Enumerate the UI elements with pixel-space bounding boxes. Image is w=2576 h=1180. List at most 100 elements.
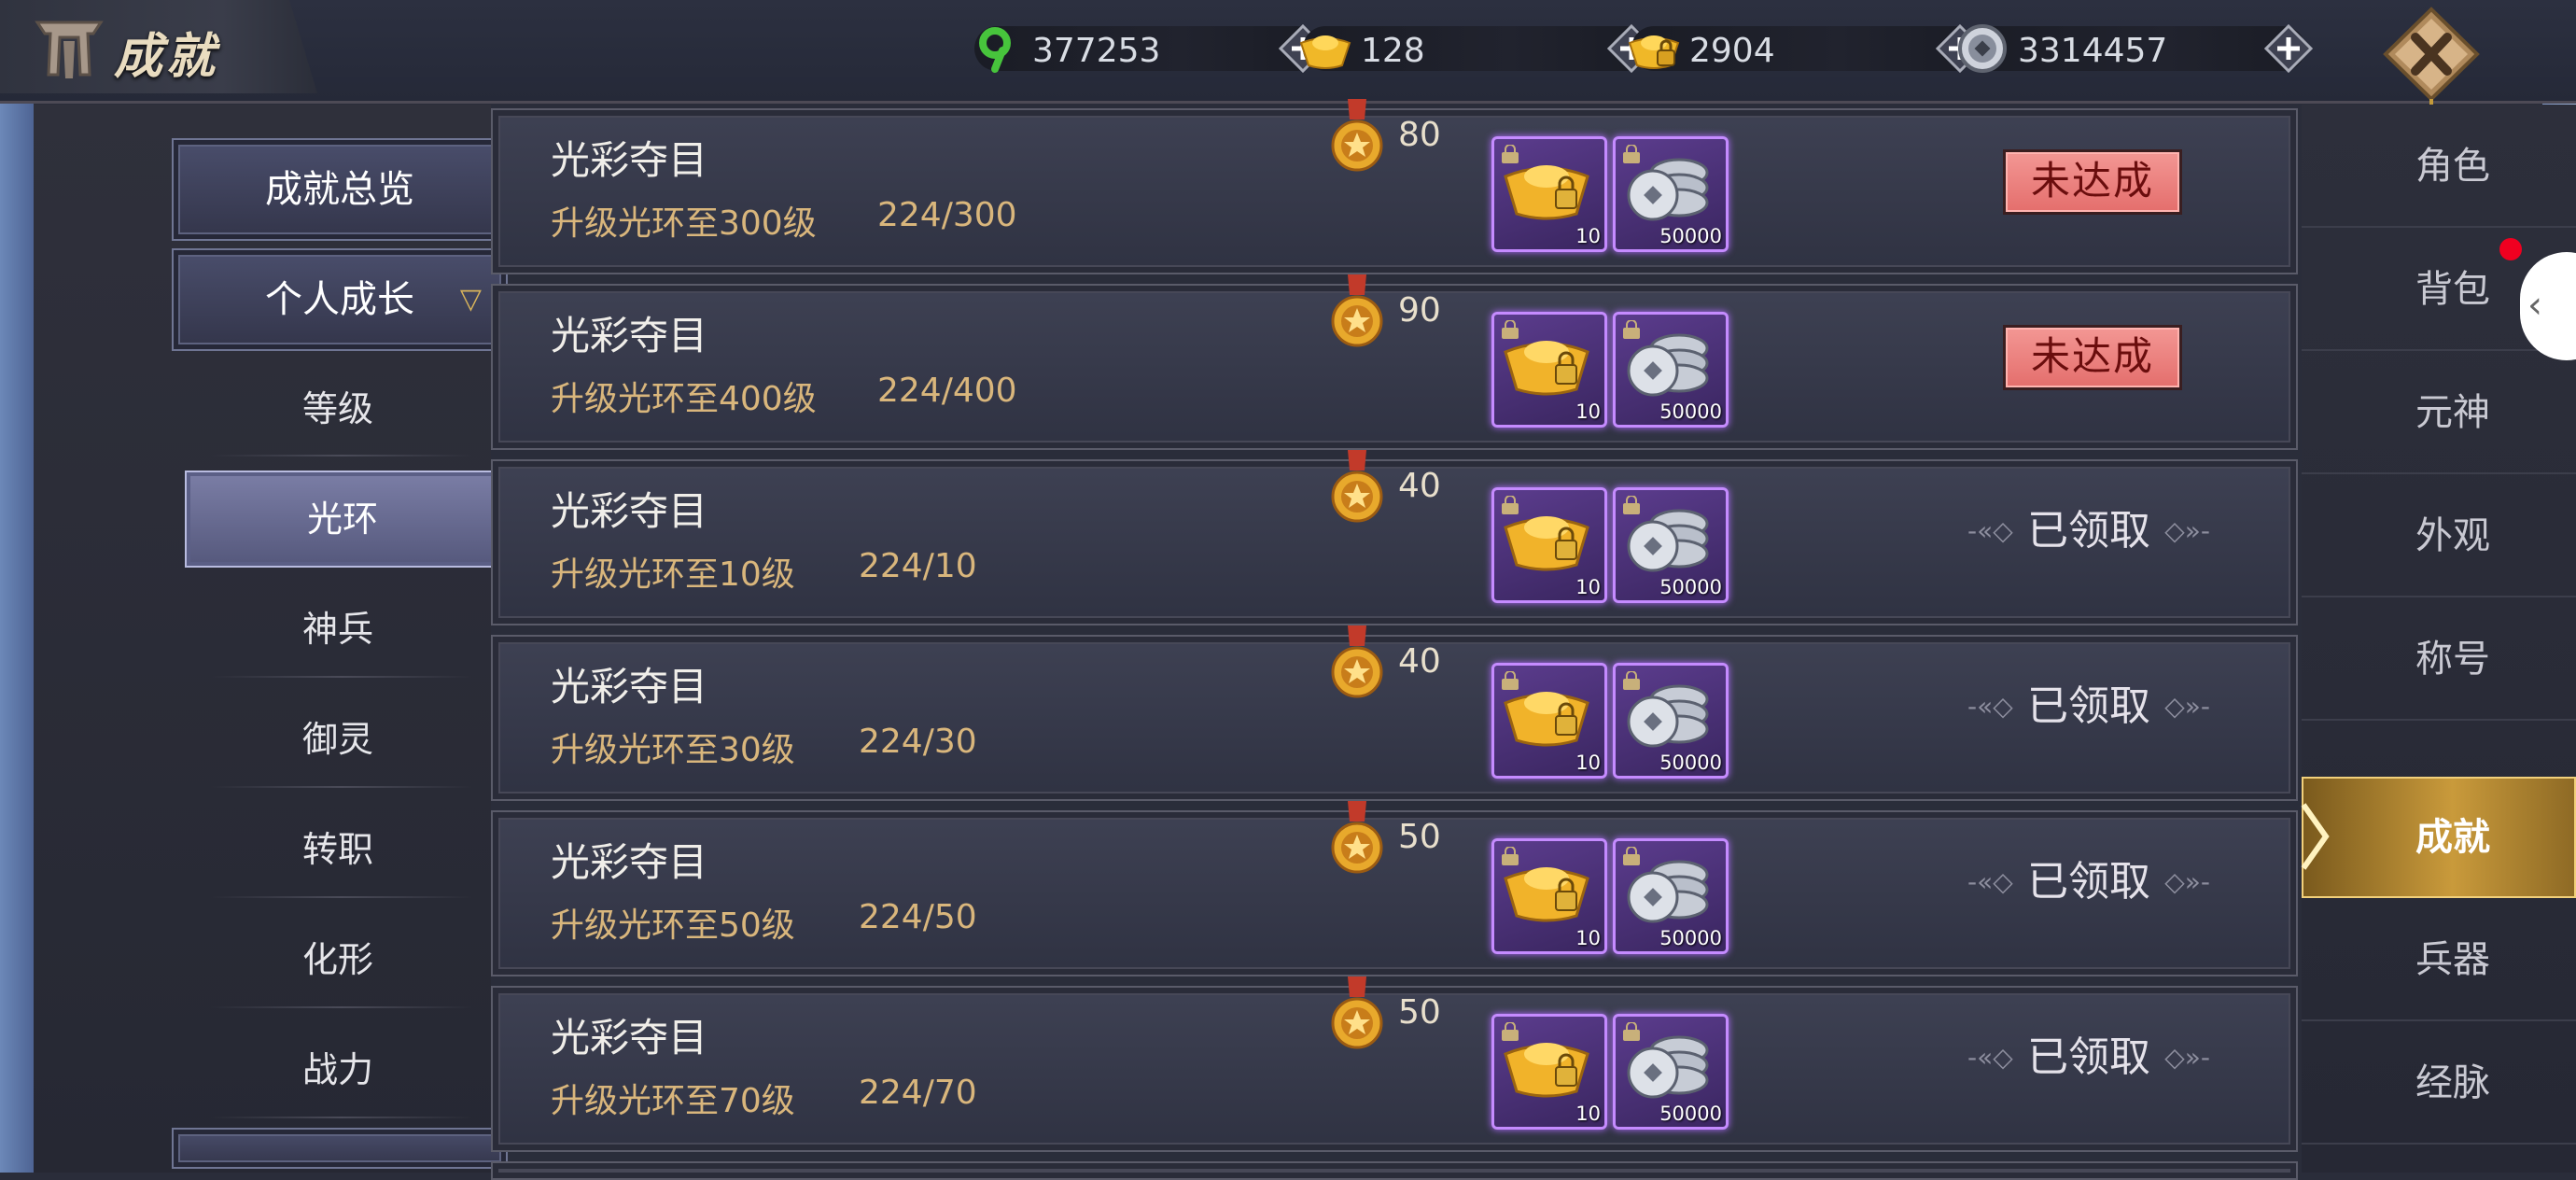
achievement-row: 光彩夺目 升级光环至70级 224/70 50 10 50000 -«◇ 已领取… [491,976,2298,1152]
achievement-progress: 224/30 [859,723,977,761]
not-achieved-badge: 未达成 [2003,325,2182,390]
achievement-overview-button[interactable]: 成就总览 [172,138,508,241]
lock-icon [1502,1022,1519,1041]
gold-ingot-icon [1299,35,1351,69]
achievement-title: 光彩夺目 [551,313,708,358]
reward-gold-ingot[interactable]: 10 [1491,1014,1607,1130]
lock-icon [1502,496,1519,514]
achievement-medal-icon [1331,801,1383,874]
achievement-medal-icon [1331,450,1383,523]
achievement-title: 光彩夺目 [551,664,708,709]
reward-count: 10 [1575,576,1601,598]
achievement-progress: 224/50 [859,898,977,936]
achievement-row: 光彩夺目 升级光环至10级 224/10 40 10 50000 -«◇ 已领取… [491,450,2298,625]
achievement-row: 光彩夺目 升级光环至30级 224/30 40 10 50000 -«◇ 已领取… [491,625,2298,801]
reward-silver-coins[interactable]: 50000 [1613,1014,1729,1130]
currency-jade: 377253 [974,24,1327,73]
achievement-description: 升级光环至50级 [551,906,795,945]
reward-count: 10 [1575,927,1601,949]
reward-silver-coins[interactable]: 50000 [1613,487,1729,603]
tab-meridians[interactable]: 经脉 [2302,1021,2576,1145]
claimed-status: -«◇ 已领取 ◇»- [1967,674,2210,739]
overview-label: 成就总览 [265,168,414,211]
reward-gold-ingot[interactable]: 10 [1491,312,1607,428]
ornament-right-icon: ◇»- [2164,866,2210,897]
tab-appearance[interactable]: 外观 [2302,474,2576,597]
reward-silver-coins[interactable]: 50000 [1613,136,1729,252]
nav-item-spirit[interactable]: 御灵 [172,702,504,777]
achievement-progress: 224/400 [877,372,1017,410]
lock-icon [1502,145,1519,163]
reward-gold-ingot[interactable]: 10 [1491,136,1607,252]
reward-count: 50000 [1659,927,1722,949]
not-achieved-badge: 未达成 [2003,149,2182,215]
achievement-emblem-icon [35,21,104,78]
lock-icon [1502,320,1519,339]
lock-icon [1623,145,1640,163]
achievement-medal-icon [1331,274,1383,347]
status-label: 已领取 [2027,507,2150,555]
achievement-points: 50 [1398,993,1441,1032]
currency-silver: 3314457 [1958,24,2313,73]
achievement-points: 40 [1398,642,1441,681]
ornament-left-icon: -«◇ [1967,515,2013,546]
nav-item-combat-power[interactable]: 战力 [172,1032,504,1107]
next-group-button[interactable] [172,1128,508,1169]
lock-icon [1623,496,1640,514]
add-silver-button[interactable] [2264,24,2313,73]
dropdown-arrow-icon: ▽ [459,283,482,316]
nav-item-level[interactable]: 等级 [172,372,504,446]
page-title: 成就 [114,29,219,85]
achievement-title: 光彩夺目 [551,839,708,885]
nav-item-aura[interactable]: 光环 [185,471,500,568]
bound-gold-amount: 2904 [1689,32,1775,70]
nav-item-transform[interactable]: 化形 [172,922,504,997]
personal-growth-group-button[interactable]: 个人成长 ▽ [172,248,508,351]
currency-bound-gold: 2904 [1628,24,1984,73]
achievement-points: 50 [1398,818,1441,856]
claimed-status: -«◇ 已领取 ◇»- [1967,499,2210,564]
achievement-progress: 224/70 [859,1074,977,1112]
backdrop-left [0,103,34,1173]
tab-weapons[interactable]: 兵器 [2302,898,2576,1021]
chevron-left-icon: ‹ [2527,284,2542,327]
close-button[interactable] [2380,6,2483,118]
achievement-points: 90 [1398,291,1441,330]
achievement-description: 升级光环至400级 [551,380,817,418]
achievement-description: 升级光环至300级 [551,204,817,243]
reward-count: 50000 [1659,576,1722,598]
achievement-points: 80 [1398,116,1441,154]
nav-item-divine-weapon[interactable]: 神兵 [172,592,504,667]
tab-primordial-spirit[interactable]: 元神 [2302,351,2576,474]
category-panel: 成就总览 个人成长 ▽ 等级 光环 神兵 御灵 转职 化形 战力 [34,105,508,1173]
top-bar: 成就 377253 128 2904 3314457 [0,0,2576,118]
divider [211,455,472,457]
achievement-description: 升级光环至70级 [551,1082,795,1120]
reward-gold-ingot[interactable]: 10 [1491,838,1607,954]
divider [211,896,472,898]
group-label: 个人成长 [265,278,414,321]
divider [211,786,472,788]
lock-icon [1623,847,1640,865]
tab-character[interactable]: 角色 [2302,105,2576,228]
reward-silver-coins[interactable]: 50000 [1613,838,1729,954]
reward-silver-coins[interactable]: 50000 [1613,312,1729,428]
reward-count: 10 [1575,400,1601,423]
tab-titles[interactable]: 称号 [2302,597,2576,721]
status-label: 已领取 [2027,682,2150,730]
reward-silver-coins[interactable]: 50000 [1613,663,1729,779]
nav-item-class-change[interactable]: 转职 [172,812,504,887]
achievement-points: 40 [1398,467,1441,505]
tab-achievements[interactable]: 成就 [2302,777,2576,898]
reward-gold-ingot[interactable]: 10 [1491,663,1607,779]
divider [211,1006,472,1008]
reward-gold-ingot[interactable]: 10 [1491,487,1607,603]
achievement-medal-icon [1331,976,1383,1049]
lock-icon [1623,320,1640,339]
currency-gold: 128 [1299,24,1656,73]
reward-count: 50000 [1659,752,1722,774]
gold-amount: 128 [1361,32,1425,70]
active-tab-chevron-icon [2301,803,2330,870]
reward-count: 10 [1575,752,1601,774]
lock-icon [1623,1022,1640,1041]
